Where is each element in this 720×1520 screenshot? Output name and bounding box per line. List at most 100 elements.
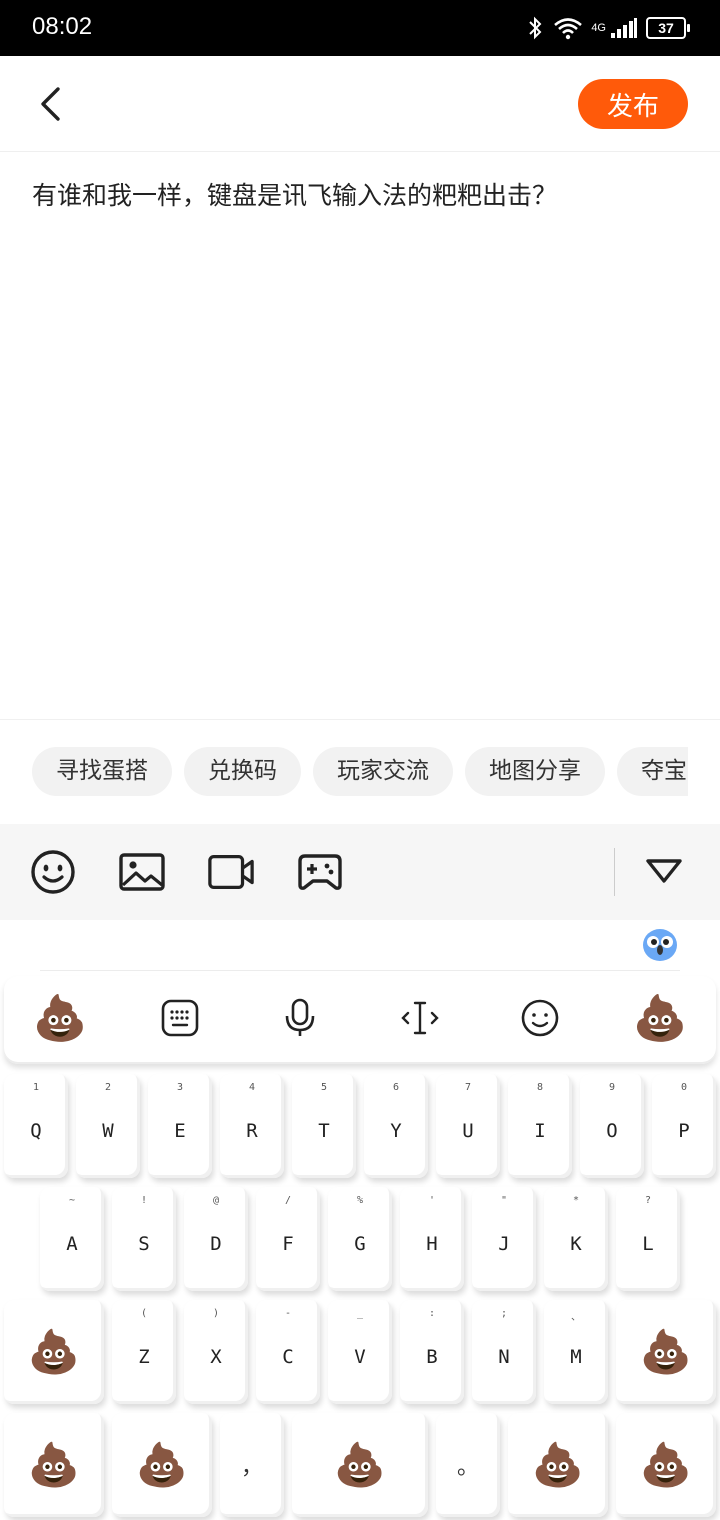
- gamepad-icon: [298, 854, 342, 890]
- key-y[interactable]: 6Y: [364, 1074, 428, 1178]
- key-label: V: [354, 1346, 366, 1368]
- game-button[interactable]: [296, 848, 344, 896]
- key-c[interactable]: -C: [256, 1300, 320, 1404]
- emoji-panel-button[interactable]: [508, 986, 572, 1050]
- back-button[interactable]: [28, 82, 72, 126]
- key-hint: 8: [536, 1082, 544, 1093]
- poop-emoji-key[interactable]: 💩: [28, 986, 92, 1050]
- key-label: Z: [138, 1346, 150, 1368]
- key-label: N: [498, 1346, 510, 1368]
- poop-emoji: 💩: [639, 1327, 693, 1376]
- video-icon: [208, 855, 254, 889]
- video-button[interactable]: [207, 848, 255, 896]
- key-j[interactable]: " J: [472, 1187, 536, 1291]
- language-key[interactable]: 💩: [508, 1413, 608, 1517]
- topic-chip[interactable]: 地图分享: [465, 747, 605, 796]
- key-r[interactable]: 4R: [220, 1074, 284, 1178]
- poop-emoji-key[interactable]: 💩: [628, 986, 692, 1050]
- topic-chips: 寻找蛋搭 兑换码 玩家交流 地图分享 夺宝: [32, 747, 688, 797]
- collapse-button[interactable]: [640, 848, 688, 896]
- smiley-icon: [521, 999, 559, 1037]
- topic-chip[interactable]: 寻找蛋搭: [32, 747, 172, 796]
- key-hint: *: [572, 1195, 580, 1206]
- numbers-key[interactable]: 💩: [112, 1413, 212, 1517]
- key-hint: 7: [464, 1082, 472, 1093]
- key-hint: -: [284, 1308, 292, 1319]
- symbols-key[interactable]: 💩: [4, 1413, 104, 1517]
- key-hint: ): [212, 1308, 220, 1319]
- publish-button[interactable]: 发布: [578, 79, 688, 129]
- text-cursor-icon: [401, 1001, 439, 1035]
- key-hint: 4: [248, 1082, 256, 1093]
- key-label: Y: [390, 1120, 402, 1142]
- emoji-button[interactable]: [29, 848, 77, 896]
- key-label: L: [642, 1233, 654, 1255]
- key-m[interactable]: 、 M: [544, 1300, 608, 1404]
- space-key[interactable]: 💩: [292, 1413, 428, 1517]
- key-label: E: [174, 1120, 186, 1142]
- cursor-move-button[interactable]: [388, 986, 452, 1050]
- topic-chip[interactable]: 兑换码: [184, 747, 301, 796]
- key-i[interactable]: 8I: [508, 1074, 572, 1178]
- enter-key[interactable]: 💩: [616, 1413, 716, 1517]
- key-k[interactable]: * K: [544, 1187, 608, 1291]
- key-n[interactable]: ; N: [472, 1300, 536, 1404]
- key-t[interactable]: 5T: [292, 1074, 356, 1178]
- key-label: ，: [240, 1455, 263, 1480]
- key-x[interactable]: ) X: [184, 1300, 248, 1404]
- topic-chip[interactable]: 夺宝: [617, 747, 688, 796]
- topic-chip[interactable]: 玩家交流: [313, 747, 453, 796]
- key-f[interactable]: / F: [256, 1187, 320, 1291]
- chevron-left-icon: [41, 87, 60, 121]
- comma-key[interactable]: ，: [220, 1413, 284, 1517]
- key-u[interactable]: 7U: [436, 1074, 500, 1178]
- battery-icon: 37: [646, 17, 690, 39]
- key-label: X: [210, 1346, 222, 1368]
- key-label: T: [318, 1120, 330, 1142]
- key-e[interactable]: 3E: [148, 1074, 212, 1178]
- key-label: B: [426, 1346, 438, 1368]
- poop-emoji: 💩: [27, 1327, 81, 1376]
- key-hint: ?: [644, 1195, 652, 1206]
- key-a[interactable]: ~ A: [40, 1187, 104, 1291]
- keyboard-switch-button[interactable]: [148, 986, 212, 1050]
- key-label: Q: [30, 1120, 42, 1142]
- key-hint: 3: [176, 1082, 184, 1093]
- key-hint: 0: [680, 1082, 688, 1093]
- post-text-input[interactable]: 有谁和我一样，键盘是讯飞输入法的粑粑出击？: [32, 176, 692, 216]
- key-label: A: [66, 1233, 78, 1255]
- microphone-icon: [285, 998, 315, 1036]
- voice-input-button[interactable]: [268, 986, 332, 1050]
- key-hint: 2: [104, 1082, 112, 1093]
- delete-key[interactable]: 💩: [616, 1300, 716, 1404]
- key-label: O: [606, 1120, 618, 1142]
- key-hint: ': [428, 1195, 436, 1206]
- keyboard-icon: [161, 999, 199, 1037]
- key-o[interactable]: 9O: [580, 1074, 644, 1178]
- key-s[interactable]: ! S: [112, 1187, 176, 1291]
- key-label: G: [354, 1233, 366, 1255]
- image-button[interactable]: [118, 848, 166, 896]
- key-d[interactable]: @ D: [184, 1187, 248, 1291]
- key-label: U: [462, 1120, 474, 1142]
- key-b[interactable]: :B: [400, 1300, 464, 1404]
- period-key[interactable]: 。: [436, 1413, 500, 1517]
- status-bar: 08:02 4G 37: [0, 0, 720, 56]
- key-label: C: [282, 1346, 294, 1368]
- key-h[interactable]: ' H: [400, 1187, 464, 1291]
- key-p[interactable]: 0P: [652, 1074, 716, 1178]
- key-l[interactable]: ? L: [616, 1187, 680, 1291]
- poop-emoji: 💩: [27, 1440, 81, 1489]
- ime-mascot-icon[interactable]: [642, 928, 678, 962]
- key-w[interactable]: 2W: [76, 1074, 140, 1178]
- divider: [0, 719, 720, 720]
- key-q[interactable]: 1Q: [4, 1074, 68, 1178]
- shift-key[interactable]: 💩: [4, 1300, 104, 1404]
- key-z[interactable]: (Z: [112, 1300, 176, 1404]
- key-v[interactable]: _ V: [328, 1300, 392, 1404]
- toolbar-divider: [614, 848, 615, 896]
- status-icons: 4G 37: [525, 14, 690, 42]
- key-hint: 1: [32, 1082, 40, 1093]
- key-g[interactable]: % G: [328, 1187, 392, 1291]
- poop-emoji: 💩: [135, 1440, 189, 1489]
